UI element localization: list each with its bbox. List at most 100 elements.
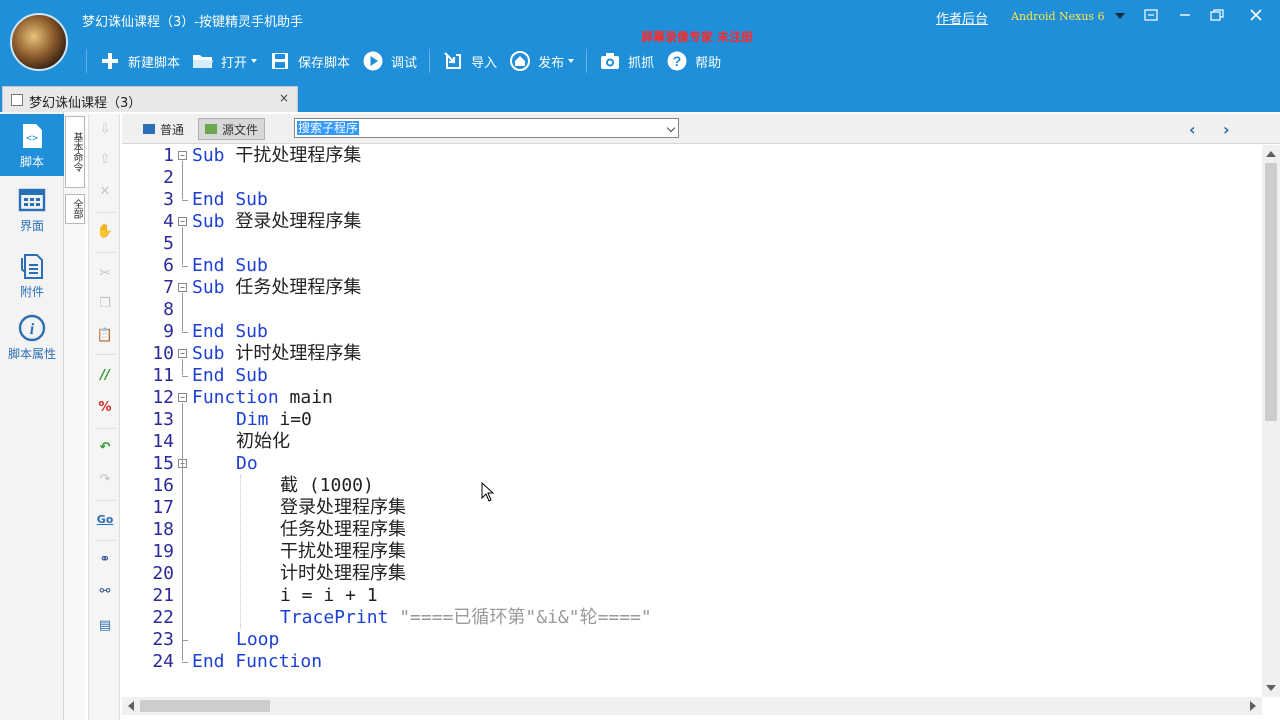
tab-close-icon[interactable]: × (279, 91, 289, 105)
toolbar-divider (429, 49, 431, 73)
tab-all[interactable]: 全部 (65, 194, 85, 224)
scroll-left-icon[interactable] (128, 701, 134, 711)
fold-toggle-icon[interactable]: − (178, 217, 187, 226)
layout-icon (18, 186, 46, 214)
play-icon (362, 50, 384, 72)
comment-icon[interactable]: // (95, 366, 115, 386)
code-line[interactable]: Loop (236, 629, 279, 651)
scroll-down-icon[interactable] (1266, 685, 1276, 691)
code-line[interactable]: 计时处理程序集 (280, 563, 406, 585)
code-line[interactable]: Function main (192, 387, 333, 409)
code-editor[interactable]: 1 2 3 4 5 6 7 8 9 10 11 12 13 14 15 16 17 18 19 20 21 22 23 24 … (122, 145, 1262, 697)
sidebar-item-layout[interactable]: 界面 (0, 178, 64, 240)
chevron-down-icon[interactable] (666, 123, 676, 133)
tool-divider (95, 540, 115, 541)
goto-icon[interactable]: Go (95, 510, 115, 530)
device-selector[interactable]: Android Nexus 6 (1011, 10, 1105, 23)
sidebar-item-attachment[interactable]: 附件 (0, 244, 64, 306)
help-icon: ? (666, 50, 688, 72)
horizontal-scrollbar[interactable] (122, 697, 1262, 715)
code-line[interactable]: Sub 任务处理程序集 (192, 277, 361, 299)
replace-icon[interactable]: ⚯ (95, 582, 115, 602)
scroll-right-icon[interactable] (1250, 701, 1256, 711)
close-icon[interactable] (1246, 8, 1266, 26)
line-number: 14 (152, 431, 174, 452)
capture-button[interactable]: 抓抓 (593, 46, 660, 76)
code-line[interactable]: Sub 登录处理程序集 (192, 211, 361, 233)
undo-icon[interactable]: ↶ (95, 438, 115, 458)
code-line[interactable]: End Function (192, 651, 322, 673)
code-text: 登录处理程序集 (224, 211, 362, 232)
search-subroutine-value: 搜索子程序 (297, 121, 360, 135)
code-line[interactable]: Sub 干扰处理程序集 (192, 145, 361, 167)
left-sidebar: <> 脚本 界面 附件 i 脚本属性 (0, 112, 64, 720)
open-button[interactable]: 打开 (186, 46, 263, 76)
minimize-icon[interactable] (1175, 8, 1195, 26)
code-line[interactable]: End Sub (192, 321, 268, 343)
line-number: 5 (163, 233, 174, 254)
scroll-up-icon[interactable] (1266, 151, 1276, 157)
code-line[interactable]: Dim i=0 (236, 409, 312, 431)
code-line[interactable]: 任务处理程序集 (280, 519, 406, 541)
fold-toggle-icon[interactable]: − (178, 349, 187, 358)
app-title: 梦幻诛仙课程（3）-按键精灵手机助手 (82, 15, 303, 30)
plus-icon (99, 50, 121, 72)
move-down-icon[interactable]: ⇩ (95, 120, 115, 140)
find-icon[interactable]: ⚭ (95, 550, 115, 570)
tab-basic-commands[interactable]: 基本命令 (65, 116, 85, 188)
user-avatar[interactable] (10, 13, 68, 71)
outline-icon[interactable]: ▤ (95, 616, 115, 636)
sidebar-item-script-properties[interactable]: i 脚本属性 (0, 306, 64, 368)
search-subroutine-combobox[interactable]: 搜索子程序 (294, 118, 679, 138)
debug-button[interactable]: 调试 (356, 46, 423, 76)
fold-toggle-icon[interactable]: − (178, 393, 187, 402)
code-line[interactable]: Sub 计时处理程序集 (192, 343, 361, 365)
code-line[interactable]: 初始化 (236, 431, 290, 453)
publish-button[interactable]: 发布 (503, 46, 580, 76)
vertical-scrollbar[interactable] (1262, 145, 1280, 697)
open-dropdown-icon[interactable] (251, 59, 258, 63)
publish-dropdown-icon[interactable] (568, 59, 575, 63)
code-line[interactable]: 登录处理程序集 (280, 497, 406, 519)
new-script-button[interactable]: 新建脚本 (93, 46, 186, 76)
code-line[interactable]: Do (236, 453, 258, 475)
author-backend-link[interactable]: 作者后台 (936, 8, 988, 27)
move-up-icon[interactable]: ⇧ (95, 150, 115, 170)
paste-icon[interactable]: 📋 (95, 326, 115, 346)
code-line[interactable]: 干扰处理程序集 (280, 541, 406, 563)
code-line[interactable]: i = i + 1 (280, 585, 378, 607)
device-dropdown-icon[interactable] (1115, 13, 1125, 19)
fold-line (182, 227, 183, 265)
line-number: 3 (163, 189, 174, 210)
menu-icon[interactable] (1141, 8, 1161, 26)
next-arrow-icon[interactable]: › (1223, 120, 1230, 139)
cut-icon[interactable]: ✂ (95, 264, 115, 284)
code-line[interactable]: 截 (1000) (280, 475, 374, 497)
mouse-cursor-icon (481, 482, 495, 502)
delete-icon[interactable]: ✕ (95, 182, 115, 202)
fold-toggle-icon[interactable]: − (178, 283, 187, 292)
sidebar-item-script[interactable]: <> 脚本 (0, 114, 64, 176)
code-line[interactable]: End Sub (192, 189, 268, 211)
copy-icon[interactable]: ❐ (95, 294, 115, 314)
restore-icon[interactable] (1207, 8, 1227, 26)
hand-icon[interactable]: ✋ (95, 222, 115, 242)
scroll-thumb[interactable] (1265, 163, 1277, 421)
uncomment-icon[interactable]: % (95, 398, 115, 418)
import-button[interactable]: 导入 (436, 46, 503, 76)
code-line[interactable]: TracePrint "====已循环第"&i&"轮====" (280, 607, 652, 629)
source-mode-button[interactable]: 源文件 (198, 118, 266, 140)
code-line[interactable]: End Sub (192, 255, 268, 277)
help-button[interactable]: ? 帮助 (660, 46, 727, 76)
save-script-button[interactable]: 保存脚本 (263, 46, 356, 76)
previous-arrow-icon[interactable]: ‹ (1189, 120, 1196, 139)
code-keyword: End Sub (192, 189, 268, 210)
tab-script-document[interactable]: 梦幻诛仙课程（3） × (2, 86, 298, 112)
scroll-thumb[interactable] (140, 700, 270, 712)
redo-icon[interactable]: ↷ (95, 470, 115, 490)
code-line[interactable]: End Sub (192, 365, 268, 387)
normal-mode-button[interactable]: 普通 (136, 118, 191, 140)
line-number: 6 (163, 255, 174, 276)
fold-toggle-icon[interactable]: − (178, 151, 187, 160)
code-keyword: End Sub (192, 321, 268, 342)
